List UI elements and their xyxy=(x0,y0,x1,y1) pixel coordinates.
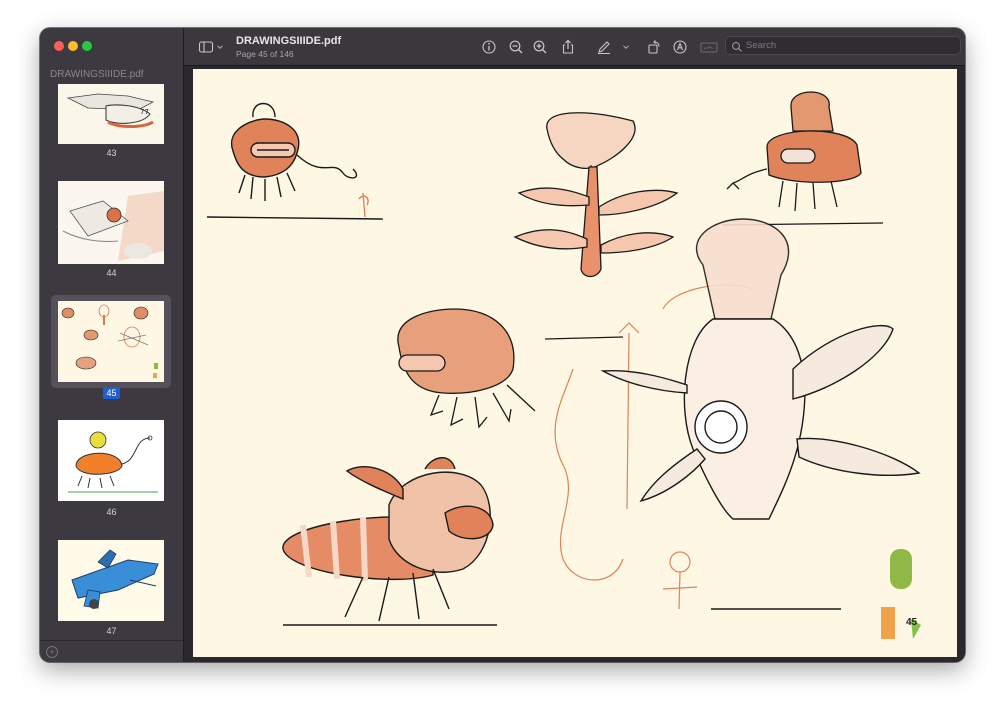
thumbnail-list[interactable]: 77 43 44 45 46 47 xyxy=(40,84,183,640)
chevron-down-icon[interactable] xyxy=(621,39,631,55)
close-window-button[interactable] xyxy=(54,41,64,51)
thumbnail-page-46[interactable] xyxy=(58,420,164,501)
rotate-icon[interactable] xyxy=(646,39,662,55)
search-icon xyxy=(731,40,743,52)
thumbnail-label: 47 xyxy=(106,626,117,636)
document-view[interactable]: 45 xyxy=(184,66,965,662)
sign-icon[interactable] xyxy=(700,39,718,55)
page-indicator: Page 45 of 146 xyxy=(236,49,294,59)
share-icon[interactable] xyxy=(560,39,576,55)
sidebar-document-title: DRAWINGSIIIDE.pdf xyxy=(50,69,144,80)
thumbnail-page-47[interactable] xyxy=(58,540,164,621)
document-title: DRAWINGSIIIDE.pdf xyxy=(236,35,342,47)
chevron-down-icon[interactable] xyxy=(215,39,225,55)
info-icon[interactable] xyxy=(481,39,497,55)
markup-pen-icon[interactable] xyxy=(596,39,612,55)
thumbnail-label-selected: 45 xyxy=(40,387,183,399)
toolbar: DRAWINGSIIIDE.pdf Page 45 of 146 xyxy=(184,28,965,66)
thumbnail-label: 46 xyxy=(106,507,117,517)
thumbnail-label: 43 xyxy=(106,148,117,158)
minimize-window-button[interactable] xyxy=(68,41,78,51)
pdf-page: 45 xyxy=(193,69,957,657)
search-box[interactable] xyxy=(725,36,961,55)
svg-text:77: 77 xyxy=(140,108,149,116)
thumbnail-page-45[interactable] xyxy=(58,301,164,382)
add-page-icon[interactable]: + xyxy=(46,646,58,658)
thumbnail-page-44[interactable] xyxy=(58,181,164,264)
zoom-in-icon[interactable] xyxy=(532,39,548,55)
search-input[interactable] xyxy=(746,37,956,54)
maximize-window-button[interactable] xyxy=(82,41,92,51)
preview-window: DRAWINGSIIIDE.pdf 77 43 44 45 46 47 + DR… xyxy=(40,28,965,662)
sketch-artwork xyxy=(206,91,921,639)
thumbnail-page-43[interactable]: 77 xyxy=(58,84,164,144)
thumbnail-label: 44 xyxy=(106,268,117,278)
sidebar-toggle-icon[interactable] xyxy=(198,39,214,55)
sidebar-footer: + xyxy=(40,640,183,662)
annotate-icon[interactable] xyxy=(672,39,688,55)
printed-page-number: 45 xyxy=(906,617,918,628)
sidebar: DRAWINGSIIIDE.pdf 77 43 44 45 46 47 + xyxy=(40,28,184,662)
zoom-out-icon[interactable] xyxy=(508,39,524,55)
